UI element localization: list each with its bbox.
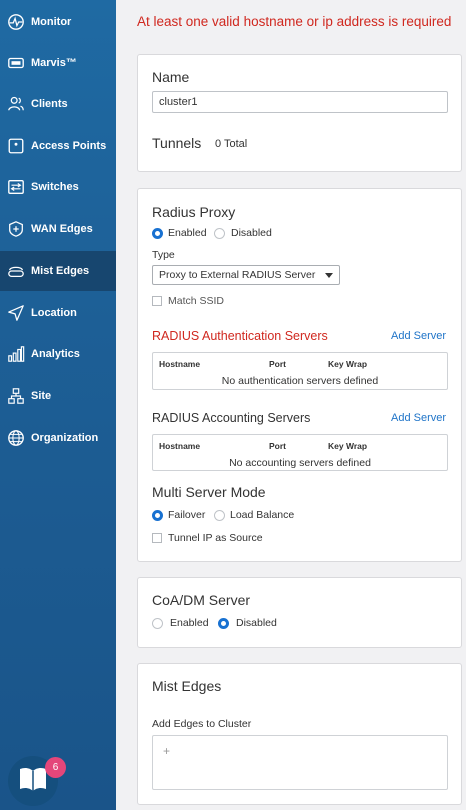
failover-label: Failover xyxy=(168,509,206,521)
sidebar-item-monitor[interactable]: Monitor xyxy=(0,2,116,42)
load-balance-radio[interactable] xyxy=(214,510,225,521)
monitor-icon xyxy=(6,12,26,32)
column-header: Hostname xyxy=(159,359,201,369)
mist-edges-card: Mist Edges Add Edges to Cluster + xyxy=(137,663,462,805)
radius-disabled-label: Disabled xyxy=(231,227,272,239)
acct-empty-message: No accounting servers defined xyxy=(229,457,371,469)
coa-enabled-radio[interactable] xyxy=(152,618,163,629)
tunnels-total: 0 Total xyxy=(215,138,248,150)
sidebar-item-label: WAN Edges xyxy=(31,223,93,235)
sidebar-item-access-points[interactable]: Access Points xyxy=(0,126,116,166)
sidebar-item-organization[interactable]: Organization xyxy=(0,418,116,458)
mist-edges-icon xyxy=(6,261,26,281)
sidebar-item-site[interactable]: Site xyxy=(0,376,116,416)
column-header: Port xyxy=(269,441,286,451)
site-icon xyxy=(6,386,26,406)
add-edges-field[interactable]: + xyxy=(152,735,448,790)
sidebar-item-marvis[interactable]: Marvis™ xyxy=(0,43,116,83)
marvis-icon xyxy=(6,53,26,73)
sidebar-item-label: Marvis™ xyxy=(31,57,77,69)
mist-edges-title: Mist Edges xyxy=(152,678,222,694)
coa-disabled-label: Disabled xyxy=(236,617,277,629)
tunnels-label: Tunnels xyxy=(152,135,202,151)
notification-badge: 6 xyxy=(45,757,66,778)
name-card: Name cluster1 Tunnels 0 Total xyxy=(137,54,462,172)
sidebar-item-label: Organization xyxy=(31,432,99,444)
acct-servers-title: RADIUS Accounting Servers xyxy=(152,411,311,425)
tunnel-ip-label: Tunnel IP as Source xyxy=(168,532,263,544)
match-ssid-label: Match SSID xyxy=(168,295,225,307)
auth-servers-title: RADIUS Authentication Servers xyxy=(152,329,328,343)
access-point-icon xyxy=(6,136,26,156)
coa-title: CoA/DM Server xyxy=(152,592,251,608)
analytics-icon xyxy=(6,344,26,364)
coa-enabled-label: Enabled xyxy=(170,617,209,629)
radius-disabled-radio[interactable] xyxy=(214,228,225,239)
clients-icon xyxy=(6,94,26,114)
radius-proxy-card: Radius Proxy Enabled Disabled Type Proxy… xyxy=(137,188,462,562)
load-balance-label: Load Balance xyxy=(230,509,295,521)
column-header: Key Wrap xyxy=(328,359,368,369)
column-header: Key Wrap xyxy=(328,441,368,451)
multi-server-title: Multi Server Mode xyxy=(152,484,266,500)
acct-add-server-link[interactable]: Add Server xyxy=(391,412,446,424)
radius-enabled-label: Enabled xyxy=(168,227,207,239)
type-label: Type xyxy=(152,249,175,261)
match-ssid-checkbox[interactable] xyxy=(152,296,162,306)
sidebar-item-mist-edges[interactable]: Mist Edges xyxy=(0,251,116,291)
chevron-down-icon xyxy=(325,273,333,278)
auth-empty-message: No authentication servers defined xyxy=(221,375,379,387)
sidebar-item-label: Site xyxy=(31,390,52,402)
switches-icon xyxy=(6,177,26,197)
sidebar-item-label: Analytics xyxy=(31,348,80,360)
type-select[interactable]: Proxy to External RADIUS Server xyxy=(152,265,340,285)
sidebar-item-location[interactable]: Location xyxy=(0,293,116,333)
sidebar-item-label: Monitor xyxy=(31,16,72,28)
wan-edges-icon xyxy=(6,219,26,239)
sidebar-item-label: Access Points xyxy=(31,140,107,152)
sidebar-item-label: Switches xyxy=(31,181,79,193)
sidebar-item-label: Clients xyxy=(31,98,68,110)
radius-enabled-radio[interactable] xyxy=(152,228,163,239)
location-icon xyxy=(6,303,26,323)
column-header: Port xyxy=(269,359,286,369)
coa-card: CoA/DM Server Enabled Disabled xyxy=(137,577,462,648)
tunnel-ip-checkbox[interactable] xyxy=(152,533,162,543)
sidebar-item-analytics[interactable]: Analytics xyxy=(0,334,116,374)
name-input[interactable]: cluster1 xyxy=(152,91,448,113)
sidebar-item-label: Mist Edges xyxy=(31,265,90,277)
sidebar: Monitor Marvis™ Clients Access Points Sw… xyxy=(0,0,116,810)
type-select-value: Proxy to External RADIUS Server xyxy=(159,269,316,281)
auth-servers-table: Hostname Port Key Wrap No authentication… xyxy=(152,352,448,390)
add-icon[interactable]: + xyxy=(163,744,170,758)
add-edges-label: Add Edges to Cluster xyxy=(152,718,252,730)
sidebar-item-wan-edges[interactable]: WAN Edges xyxy=(0,209,116,249)
sidebar-item-switches[interactable]: Switches xyxy=(0,167,116,207)
organization-icon xyxy=(6,428,26,448)
sidebar-item-label: Location xyxy=(31,307,77,319)
acct-servers-table: Hostname Port Key Wrap No accounting ser… xyxy=(152,434,448,471)
failover-radio[interactable] xyxy=(152,510,163,521)
column-header: Hostname xyxy=(159,441,201,451)
radius-proxy-title: Radius Proxy xyxy=(152,204,236,220)
sidebar-item-clients[interactable]: Clients xyxy=(0,84,116,124)
error-message: At least one valid hostname or ip addres… xyxy=(137,14,452,29)
coa-disabled-radio[interactable] xyxy=(218,618,229,629)
name-label: Name xyxy=(152,69,190,85)
auth-add-server-link[interactable]: Add Server xyxy=(391,330,446,342)
